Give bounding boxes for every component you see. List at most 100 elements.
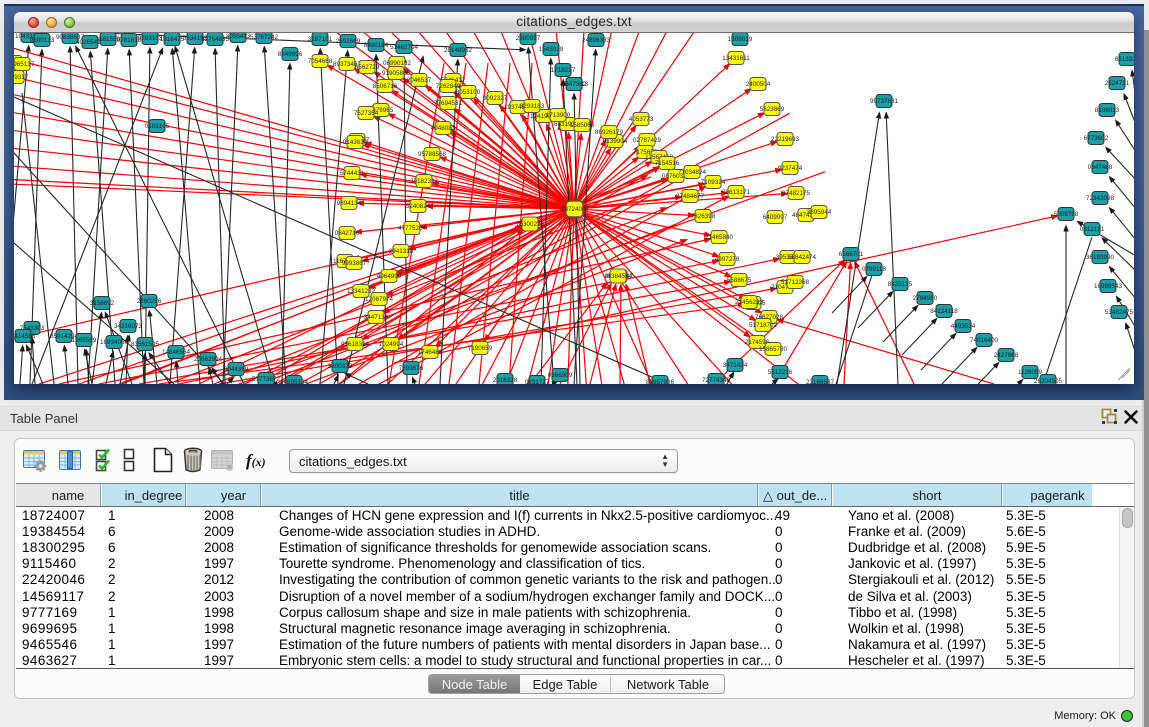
svg-text:4964990: 4964990 [377,273,402,280]
svg-text:0366909: 0366909 [548,372,573,379]
svg-text:47775204: 47775204 [398,225,427,232]
svg-text:23662994: 23662994 [194,356,223,363]
svg-text:72343098: 72343098 [1086,195,1115,202]
svg-text:21465840: 21465840 [705,234,734,241]
svg-text:72774348: 72774348 [702,377,731,384]
svg-text:0812191: 0812191 [1080,226,1105,233]
svg-text:9859317: 9859317 [14,74,29,81]
svg-text:3092327: 3092327 [483,95,508,102]
svg-text:8480184: 8480184 [364,42,389,49]
svg-text:53462475: 53462475 [1105,309,1134,316]
svg-text:2941318: 2941318 [389,248,414,255]
svg-text:16934060: 16934060 [100,339,129,346]
svg-text:14895134: 14895134 [280,379,309,384]
svg-text:7190659: 7190659 [468,345,493,352]
svg-text:1316475: 1316475 [160,36,185,43]
svg-text:51718702: 51718702 [749,322,778,329]
svg-text:18724007: 18724007 [561,206,590,213]
svg-text:4997278: 4997278 [715,256,740,263]
svg-text:3447134: 3447134 [364,314,389,321]
svg-text:93618324: 93618324 [341,341,370,348]
svg-text:2784980: 2784980 [913,295,938,302]
svg-text:3293183: 3293183 [520,103,545,110]
svg-text:0139904: 0139904 [603,138,628,145]
svg-text:7262849: 7262849 [436,83,461,90]
svg-text:28148932: 28148932 [444,47,473,54]
svg-text:27484677: 27484677 [676,193,705,200]
svg-text:8506716: 8506716 [373,83,398,90]
svg-text:8347382: 8347382 [562,81,587,88]
svg-text:7109324: 7109324 [701,179,726,186]
svg-text:4493534: 4493534 [951,323,976,330]
svg-text:0831727: 0831727 [525,379,550,384]
svg-text:16998543: 16998543 [1094,283,1123,290]
svg-text:1543039: 1543039 [539,46,564,53]
svg-text:5588675: 5588675 [727,277,752,284]
svg-text:8044369: 8044369 [224,366,249,373]
svg-text:36193990: 36193990 [1086,254,1115,261]
svg-text:9237474: 9237474 [778,165,803,172]
svg-text:3200379: 3200379 [328,363,353,370]
svg-text:57773872: 57773872 [252,376,281,383]
svg-text:86926179: 86926179 [595,129,624,136]
svg-text:3287101: 3287101 [308,36,333,43]
svg-text:5744431: 5744431 [340,170,365,177]
svg-text:83561595: 83561595 [131,341,160,348]
svg-text:7527354: 7527354 [354,110,379,117]
svg-text:58842474: 58842474 [788,254,817,261]
svg-text:2400504: 2400504 [746,81,771,88]
svg-text:1713900: 1713900 [546,112,571,119]
svg-text:77034824: 77034824 [678,169,707,176]
svg-text:2624731: 2624731 [1105,80,1130,87]
svg-text:53767242: 53767242 [250,34,279,41]
svg-text:12067974: 12067974 [365,296,394,303]
svg-text:0103105: 0103105 [145,123,170,130]
svg-text:24896383: 24896383 [582,37,611,44]
svg-text:5240824: 5240824 [406,203,431,210]
svg-text:8053100: 8053100 [456,89,481,96]
svg-text:22219693: 22219693 [771,136,800,143]
svg-text:21456232: 21456232 [735,299,764,306]
svg-text:5009788: 5009788 [1054,211,1079,218]
svg-text:2016328: 2016328 [493,377,518,384]
svg-text:0799118: 0799118 [862,266,887,273]
svg-text:1746488: 1746488 [418,349,443,356]
svg-text:1128059: 1128059 [1018,369,1043,376]
svg-text:2691669: 2691669 [336,38,361,45]
svg-text:8425135: 8425135 [888,281,913,288]
svg-text:35182337: 35182337 [410,178,439,185]
svg-text:6562729: 6562729 [355,64,380,71]
svg-text:02787429: 02787429 [633,137,662,144]
svg-text:6566701: 6566701 [839,251,864,258]
svg-text:15300273: 15300273 [516,221,545,228]
svg-text:8108013: 8108013 [1095,107,1120,114]
svg-text:8849696: 8849696 [278,51,303,58]
svg-text:13431611: 13431611 [722,55,750,62]
svg-text:5812236: 5812236 [768,369,793,376]
svg-text:9993867: 9993867 [342,260,367,267]
svg-text:5623869: 5623869 [760,106,785,113]
svg-text:3056413: 3056413 [226,33,251,40]
svg-text:51462704: 51462704 [390,44,419,51]
svg-text:08613171: 08613171 [722,189,751,196]
svg-text:0842710: 0842710 [335,230,360,237]
svg-text:3695944: 3695944 [807,209,832,216]
svg-text:6513338: 6513338 [1115,56,1134,63]
svg-text:3158692: 3158692 [90,300,115,307]
svg-text:77694531: 77694531 [434,100,463,107]
svg-text:0143634: 0143634 [343,139,368,146]
svg-text:7154516: 7154516 [655,160,680,167]
svg-text:88957986: 88957986 [646,379,675,384]
svg-text:4053773: 4053773 [629,116,654,123]
svg-text:7693676: 7693676 [399,365,424,372]
svg-text:23166587: 23166587 [806,379,835,384]
svg-text:6409097: 6409097 [763,214,788,221]
svg-text:1965569: 1965569 [72,337,97,344]
svg-text:26204505: 26204505 [1034,378,1063,384]
svg-text:07482175: 07482175 [782,190,811,197]
svg-text:84124118: 84124118 [930,308,958,315]
svg-text:4948083: 4948083 [431,125,456,132]
svg-text:5414586: 5414586 [14,333,36,340]
svg-text:51712368: 51712368 [781,279,810,286]
svg-text:19384554: 19384554 [604,273,633,280]
